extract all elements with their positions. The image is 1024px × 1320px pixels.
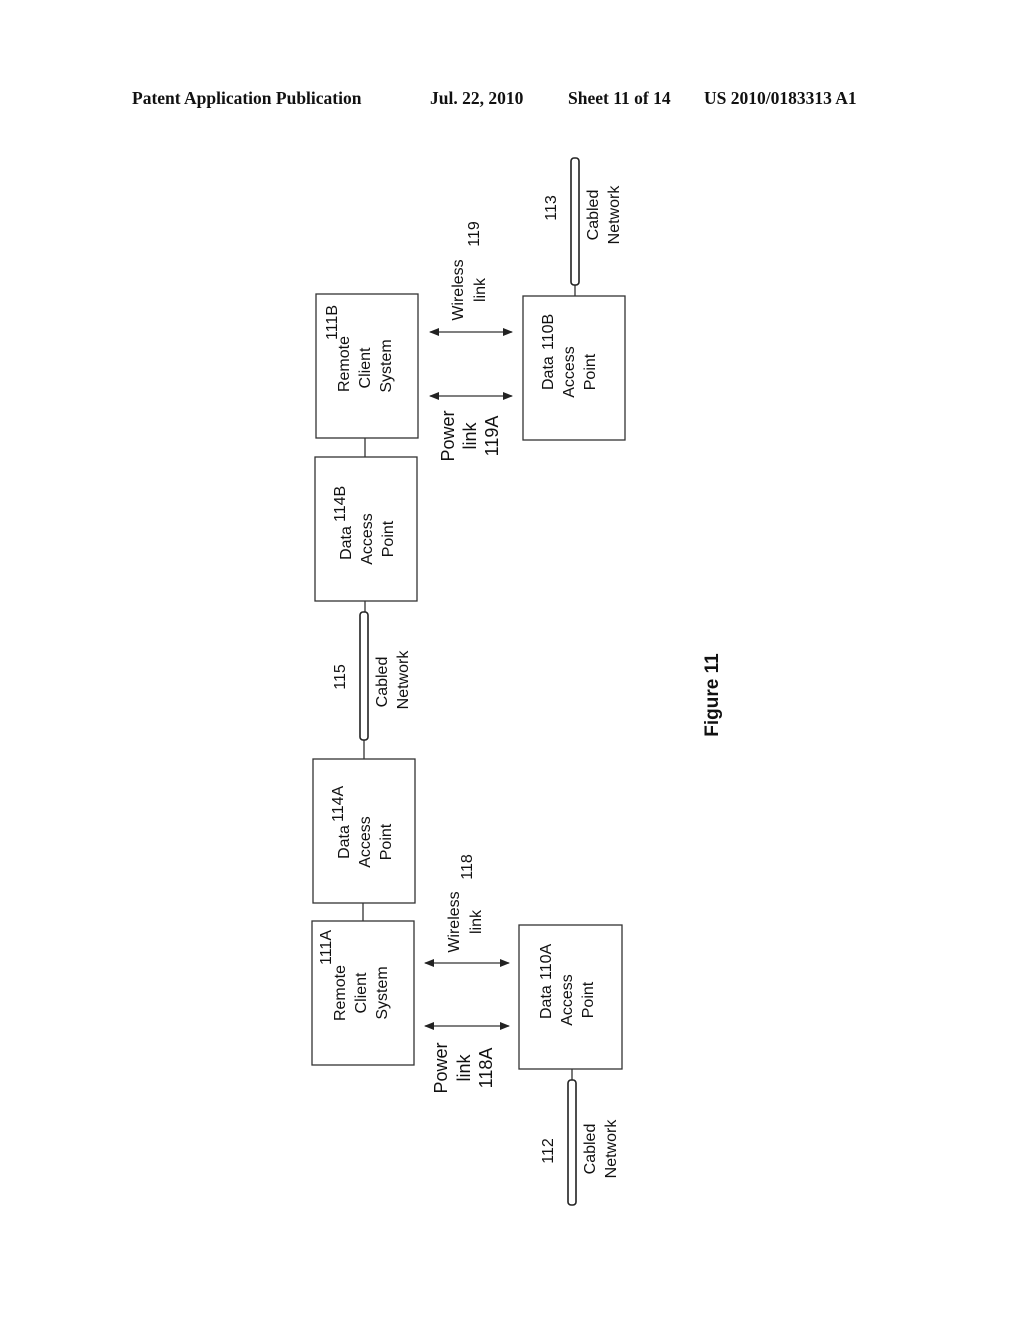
cabled-network-112-cable <box>567 1079 577 1206</box>
ref-111b: 111B <box>324 305 341 340</box>
power-118a-line-2: link <box>454 1053 474 1081</box>
ref-110a: 110A <box>538 943 555 980</box>
ref-114b: 114B <box>332 486 349 522</box>
dap-110a-line-1-data: Data <box>538 985 555 1019</box>
net-112-line-1: Cabled <box>582 1124 599 1175</box>
rcs-a-line-3: System <box>374 966 391 1019</box>
ref-112: 112 <box>540 1138 557 1164</box>
wireless-118-line-2: link <box>468 909 485 934</box>
dap-114b-line-1: Data <box>338 526 355 560</box>
power-119a-line-3: 119A <box>482 416 502 457</box>
dap-114a-line-2: Access <box>357 816 374 868</box>
rcs-a-line-1: Remote <box>332 965 349 1021</box>
power-119a-line-1: Power <box>438 410 458 461</box>
dap-110b-line-2: Access <box>561 346 578 398</box>
rcs-a-line-2: Client <box>353 972 370 1013</box>
net-113-line-2: Network <box>606 185 623 245</box>
ref-119: 119 <box>466 221 483 247</box>
dap-110b-line-3: Point <box>582 353 599 390</box>
ref-111a: 111A <box>318 930 335 965</box>
cabled-network-115-cable <box>359 611 369 741</box>
cabled-network-113-cable <box>570 157 580 286</box>
ref-113: 113 <box>543 195 560 221</box>
net-112-line-2: Network <box>603 1119 620 1179</box>
wireless-119-line-2: link <box>472 277 489 302</box>
power-119a-line-2: link <box>460 421 480 449</box>
wireless-118-line-1: Wireless <box>446 891 463 952</box>
rcs-b-line-3: System <box>378 339 395 392</box>
ref-115: 115 <box>332 664 349 690</box>
dap-114a-line-3: Point <box>378 823 395 860</box>
rcs-b-line-1: Remote <box>336 336 353 392</box>
figure-11-diagram: 111B Remote Client System Data 110B Acce… <box>311 157 723 1206</box>
power-118a-line-1: Power <box>431 1042 451 1093</box>
wireless-119-line-1: Wireless <box>450 259 467 320</box>
rcs-b-line-2: Client <box>357 347 374 388</box>
figure-caption: Figure 11 <box>702 653 723 737</box>
ref-110b: 110B <box>540 314 557 350</box>
dap-114b-line-3: Point <box>380 520 397 557</box>
ref-114a: 114A <box>330 785 347 822</box>
ref-118: 118 <box>459 854 476 880</box>
power-118a-line-3: 118A <box>476 1048 496 1089</box>
dap-110b-line-1-data: Data <box>540 356 557 390</box>
dap-110a-line-3: Point <box>580 981 597 1018</box>
dap-114b-line-2: Access <box>359 513 376 565</box>
net-113-line-1: Cabled <box>585 190 602 241</box>
dap-110a-line-2: Access <box>559 974 576 1026</box>
net-115-line-2: Network <box>395 650 412 710</box>
net-115-line-1: Cabled <box>374 657 391 708</box>
dap-114a-line-1: Data <box>336 825 353 859</box>
